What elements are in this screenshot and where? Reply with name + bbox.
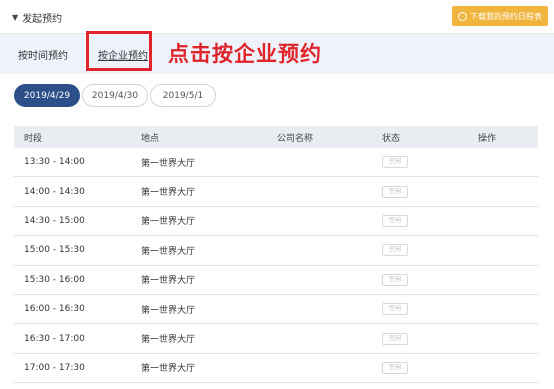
table-row: 14:00 - 14:30 第一世界大厅 空闲 [14,177,538,207]
date-pill-1[interactable]: 2019/4/29 [14,84,80,107]
cell-status: 空闲 [370,244,468,257]
cell-place: 第一世界大厅 [141,246,196,257]
status-badge: 空闲 [382,361,408,374]
cell-status: 空闲 [370,214,468,227]
cell-time: 13:30 - 14:00 [24,157,85,168]
caret-down-icon: ▼ [12,13,19,22]
table-row: 13:30 - 14:00 第一世界大厅 空闲 [14,148,538,178]
date-pill-2[interactable]: 2019/4/30 [82,84,148,107]
cell-place: 第一世界大厅 [141,188,196,199]
status-badge: 空闲 [382,273,408,286]
cell-status: 空闲 [370,185,468,198]
cell-status: 空闲 [370,332,468,345]
table-row: 16:00 - 16:30 第一世界大厅 空闲 [14,294,538,325]
status-badge: 空闲 [382,244,408,257]
cell-place: 第一世界大厅 [141,305,196,316]
cell-place: 第一世界大厅 [141,158,196,169]
cell-status: 空闲 [370,303,468,316]
status-badge: 空闲 [382,185,408,198]
panel-title-label: 发起预约 [22,14,63,25]
download-schedule-button[interactable]: ↓ 下载我的预约日程表 [452,6,548,26]
cell-time: 15:00 - 15:30 [24,245,85,256]
table-row: 16:30 - 17:00 第一世界大厅 空闲 [14,324,538,354]
cell-status: 空闲 [370,156,468,169]
cell-place: 第一世界大厅 [141,364,196,375]
table-row: 17:00 - 17:30 第一世界大厅 空闲 [14,353,538,384]
header-status: 状态 [382,133,401,144]
table-row: 14:30 - 15:00 第一世界大厅 空闲 [14,206,538,237]
cell-time: 14:00 - 14:30 [24,186,85,197]
top-bar: ▼ 发起预约 ↓ 下载我的预约日程表 [0,0,554,34]
tab-by-time[interactable]: 按时间预约 [18,47,68,62]
header-time: 时段 [24,133,43,144]
cell-time: 14:30 - 15:00 [24,215,85,226]
schedule-table: 时段 地点 公司名称 状态 操作 13:30 - 14:00 第一世界大厅 空闲… [14,126,538,384]
table-row: 15:00 - 15:30 第一世界大厅 空闲 [14,236,538,266]
cell-time: 15:30 - 16:00 [24,274,85,285]
cell-time: 16:30 - 17:00 [24,333,85,344]
download-schedule-label: 下载我的预约日程表 [470,11,542,21]
status-badge: 空闲 [382,156,408,169]
cell-time: 17:00 - 17:30 [24,362,85,373]
cell-status: 空闲 [370,361,468,374]
cell-time: 16:00 - 16:30 [24,304,85,315]
highlight-box [86,31,152,71]
cell-place: 第一世界大厅 [141,276,196,287]
header-company: 公司名称 [277,133,314,144]
status-badge: 空闲 [382,332,408,345]
date-pill-3[interactable]: 2019/5/1 [150,84,216,107]
download-icon: ↓ [458,11,467,21]
header-place: 地点 [141,133,160,144]
table-header: 时段 地点 公司名称 状态 操作 [14,126,538,148]
cell-place: 第一世界大厅 [141,217,196,228]
annotation-text: 点击按企业预约 [168,42,322,66]
cell-status: 空闲 [370,273,468,286]
date-selector: 2019/4/29 2019/4/30 2019/5/1 [14,84,216,107]
table-row: 15:30 - 16:00 第一世界大厅 空闲 [14,265,538,295]
cell-place: 第一世界大厅 [141,335,196,346]
panel-title[interactable]: ▼ 发起预约 [12,10,62,25]
status-badge: 空闲 [382,303,408,316]
header-action: 操作 [478,133,497,144]
status-badge: 空闲 [382,214,408,227]
